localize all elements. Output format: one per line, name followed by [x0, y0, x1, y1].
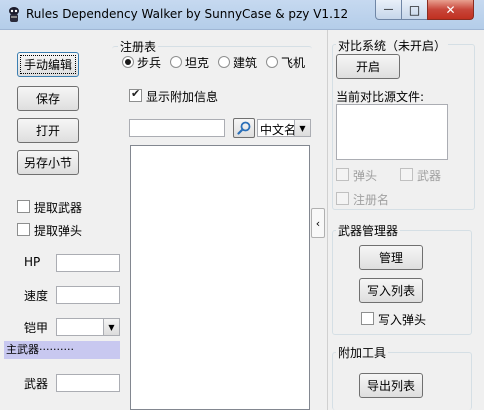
radio-infantry[interactable] — [122, 56, 134, 68]
collapse-panel-button[interactable]: ‹ — [311, 208, 325, 238]
write-warhead-checkbox[interactable] — [361, 312, 374, 325]
write-list-button[interactable]: 写入列表 — [359, 278, 423, 303]
radio-aircraft[interactable] — [266, 56, 278, 68]
search-icon — [237, 121, 251, 135]
source-file-box[interactable] — [336, 104, 448, 160]
extract-weapon-label: 提取武器 — [34, 201, 83, 215]
window-title: Rules Dependency Walker by SunnyCase & p… — [26, 7, 349, 21]
maximize-button[interactable]: □ — [401, 0, 428, 20]
manual-edit-button[interactable]: 手动编辑 — [17, 52, 79, 77]
app-icon — [9, 7, 19, 22]
export-list-button[interactable]: 导出列表 — [359, 373, 423, 398]
registry-list[interactable] — [130, 145, 310, 410]
extract-warhead-label: 提取弹头 — [34, 224, 83, 238]
show-extra-info-label: 显示附加信息 — [146, 90, 219, 104]
open-button[interactable]: 打开 — [17, 118, 79, 143]
compare-group-title: 对比系统（未开启） — [336, 37, 449, 54]
write-warhead-label: 写入弹头 — [378, 313, 427, 327]
radio-building-label: 建筑 — [233, 56, 258, 70]
compare-weapon-label: 武器 — [417, 169, 442, 183]
radio-infantry-label: 步兵 — [137, 56, 162, 70]
title-bar[interactable]: Rules Dependency Walker by SunnyCase & p… — [0, 0, 484, 30]
minimize-icon: — — [383, 4, 394, 15]
show-extra-info-checkbox[interactable] — [129, 87, 142, 102]
compare-registry-name-checkbox[interactable] — [336, 192, 349, 205]
language-select[interactable]: 中文名 ▼ — [257, 119, 311, 137]
minimize-button[interactable]: — — [375, 0, 402, 20]
weapon-input[interactable] — [56, 374, 120, 392]
close-icon: ✕ — [445, 2, 456, 17]
armor-select[interactable]: ▼ — [56, 318, 120, 336]
panel-divider — [327, 30, 328, 410]
compare-registry-name-label: 注册名 — [353, 193, 390, 207]
hp-label: HP — [24, 255, 41, 269]
chevron-down-icon: ▼ — [294, 120, 310, 136]
compare-weapon-checkbox[interactable] — [400, 168, 413, 181]
radio-building[interactable] — [218, 56, 230, 68]
search-input[interactable] — [129, 119, 225, 137]
maximize-icon: □ — [408, 2, 421, 17]
chevron-left-icon: ‹ — [315, 216, 321, 230]
close-button[interactable]: ✕ — [427, 0, 474, 20]
save-button[interactable]: 保存 — [17, 86, 79, 111]
speed-input[interactable] — [56, 286, 120, 304]
armor-label: 铠甲 — [24, 321, 49, 335]
manage-weapons-button[interactable]: 管理 — [359, 245, 423, 270]
weapon-manager-title: 武器管理器 — [336, 222, 401, 239]
source-file-label: 当前对比源文件: — [336, 90, 425, 104]
registry-group-title: 注册表 — [118, 38, 159, 55]
radio-tank-label: 坦克 — [185, 56, 210, 70]
compare-warhead-label: 弹头 — [353, 169, 378, 183]
save-section-button[interactable]: 另存小节 — [17, 150, 79, 175]
radio-aircraft-label: 飞机 — [281, 56, 306, 70]
extract-warhead-checkbox[interactable] — [17, 223, 30, 236]
weapon-label: 武器 — [24, 377, 49, 391]
compare-warhead-checkbox[interactable] — [336, 168, 349, 181]
chevron-down-icon: ▼ — [103, 319, 119, 335]
radio-tank[interactable] — [170, 56, 182, 68]
main-client: 手动编辑 保存 打开 另存小节 提取武器 提取弹头 HP 速度 铠甲 ▼ 主武器… — [4, 30, 480, 410]
speed-label: 速度 — [24, 289, 49, 303]
language-select-value: 中文名 — [260, 123, 297, 137]
hp-input[interactable] — [56, 254, 120, 272]
search-button[interactable] — [233, 118, 255, 138]
extract-weapon-checkbox[interactable] — [17, 200, 30, 213]
primary-weapon-section: 主武器·········· — [4, 341, 120, 359]
tools-group-title: 附加工具 — [336, 344, 389, 361]
enable-compare-button[interactable]: 开启 — [336, 54, 400, 79]
